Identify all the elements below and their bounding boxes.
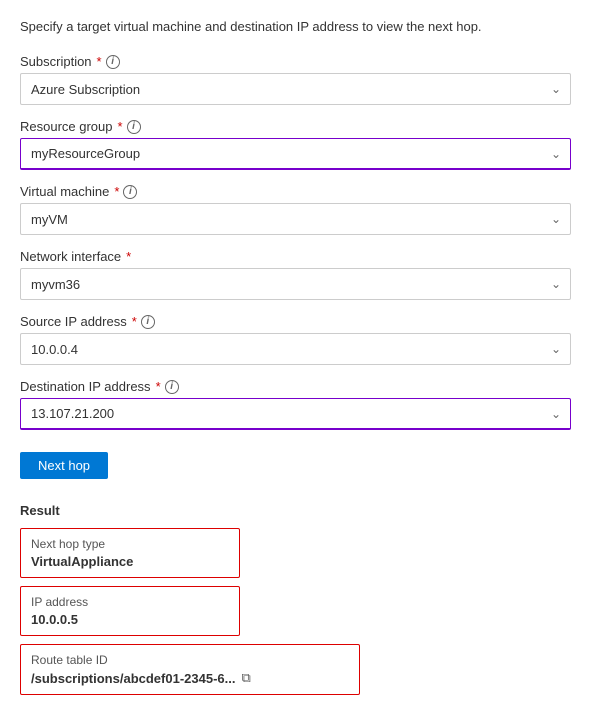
route-table-card: Route table ID /subscriptions/abcdef01-2… xyxy=(20,644,360,695)
subscription-select-wrapper: Azure Subscription ⌄ xyxy=(20,73,571,105)
source-ip-field-group: Source IP address * i 10.0.0.4 ⌄ xyxy=(20,314,571,365)
destination-ip-info-icon[interactable]: i xyxy=(165,380,179,394)
destination-ip-required: * xyxy=(156,379,161,394)
network-interface-field-group: Network interface * myvm36 ⌄ xyxy=(20,249,571,300)
virtual-machine-required: * xyxy=(114,184,119,199)
resource-group-info-icon[interactable]: i xyxy=(127,120,141,134)
virtual-machine-label: Virtual machine * i xyxy=(20,184,571,199)
destination-ip-label: Destination IP address * i xyxy=(20,379,571,394)
next-hop-type-label: Next hop type xyxy=(31,537,229,551)
subscription-select[interactable]: Azure Subscription xyxy=(20,73,571,105)
resource-group-required: * xyxy=(118,119,123,134)
next-hop-type-value: VirtualAppliance xyxy=(31,554,229,569)
route-table-value: /subscriptions/abcdef01-2345-6... xyxy=(31,671,235,686)
virtual-machine-info-icon[interactable]: i xyxy=(123,185,137,199)
network-interface-label: Network interface * xyxy=(20,249,571,264)
resource-group-label: Resource group * i xyxy=(20,119,571,134)
next-hop-button[interactable]: Next hop xyxy=(20,452,108,479)
network-interface-select[interactable]: myvm36 xyxy=(20,268,571,300)
resource-group-select[interactable]: myResourceGroup xyxy=(20,138,571,170)
subscription-label: Subscription * i xyxy=(20,54,571,69)
result-section: Result Next hop type VirtualAppliance IP… xyxy=(20,503,571,695)
route-table-label: Route table ID xyxy=(31,653,349,667)
destination-ip-field-group: Destination IP address * i 13.107.21.200… xyxy=(20,379,571,430)
page-description: Specify a target virtual machine and des… xyxy=(20,18,571,36)
resource-group-select-wrapper: myResourceGroup ⌄ xyxy=(20,138,571,170)
copy-icon[interactable]: ⧉ xyxy=(241,670,250,686)
route-table-value-row: /subscriptions/abcdef01-2345-6... ⧉ xyxy=(31,670,349,686)
source-ip-label: Source IP address * i xyxy=(20,314,571,329)
source-ip-select[interactable]: 10.0.0.4 xyxy=(20,333,571,365)
source-ip-select-wrapper: 10.0.0.4 ⌄ xyxy=(20,333,571,365)
ip-address-card: IP address 10.0.0.5 xyxy=(20,586,240,636)
virtual-machine-select[interactable]: myVM xyxy=(20,203,571,235)
result-title: Result xyxy=(20,503,571,518)
next-hop-type-card: Next hop type VirtualAppliance xyxy=(20,528,240,578)
subscription-required: * xyxy=(97,54,102,69)
subscription-field-group: Subscription * i Azure Subscription ⌄ xyxy=(20,54,571,105)
ip-address-value: 10.0.0.5 xyxy=(31,612,229,627)
ip-address-label: IP address xyxy=(31,595,229,609)
source-ip-info-icon[interactable]: i xyxy=(141,315,155,329)
destination-ip-select[interactable]: 13.107.21.200 xyxy=(20,398,571,430)
source-ip-required: * xyxy=(132,314,137,329)
subscription-info-icon[interactable]: i xyxy=(106,55,120,69)
virtual-machine-field-group: Virtual machine * i myVM ⌄ xyxy=(20,184,571,235)
resource-group-field-group: Resource group * i myResourceGroup ⌄ xyxy=(20,119,571,170)
virtual-machine-select-wrapper: myVM ⌄ xyxy=(20,203,571,235)
network-interface-required: * xyxy=(126,249,131,264)
destination-ip-select-wrapper: 13.107.21.200 ⌄ xyxy=(20,398,571,430)
network-interface-select-wrapper: myvm36 ⌄ xyxy=(20,268,571,300)
